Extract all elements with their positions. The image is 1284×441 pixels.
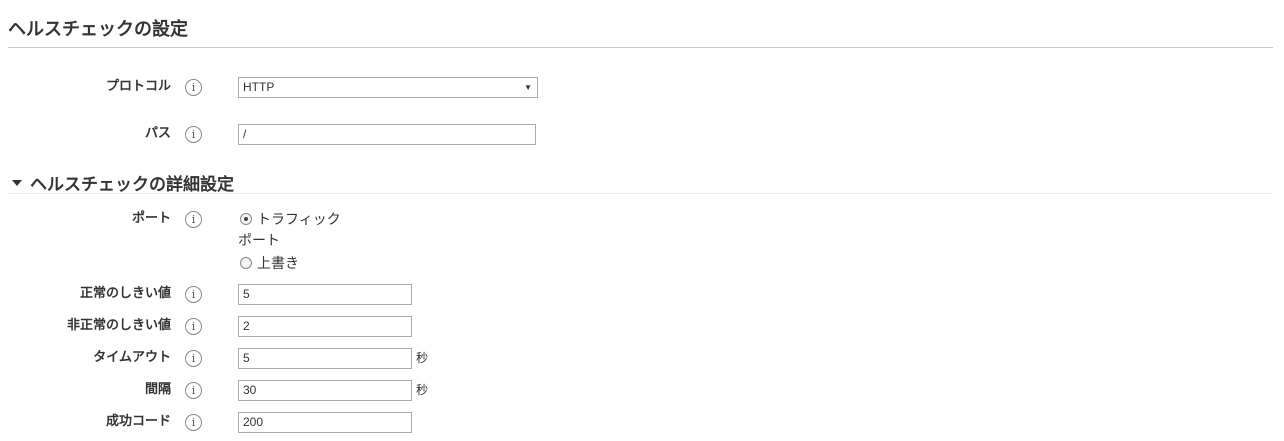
success-codes-row: 成功コード i 200 bbox=[0, 411, 1284, 435]
advanced-settings-title: ヘルスチェックの詳細設定 bbox=[30, 175, 234, 195]
timeout-label: タイムアウト bbox=[93, 350, 171, 365]
interval-unit: 秒 bbox=[416, 383, 429, 397]
protocol-select-value: HTTP bbox=[243, 80, 275, 94]
interval-label: 間隔 bbox=[144, 382, 171, 397]
timeout-unit: 秒 bbox=[416, 351, 429, 365]
title-divider bbox=[8, 47, 1273, 48]
port-radio-group: トラフィック ポート 上書き bbox=[238, 208, 341, 274]
unhealthy-threshold-input[interactable]: 2 bbox=[238, 316, 412, 337]
info-icon[interactable]: i bbox=[185, 414, 202, 431]
info-icon[interactable]: i bbox=[185, 286, 202, 303]
info-icon[interactable]: i bbox=[185, 382, 202, 399]
unhealthy-threshold-label: 非正常のしきい値 bbox=[66, 318, 171, 333]
healthy-threshold-input[interactable]: 5 bbox=[238, 284, 412, 305]
info-icon[interactable]: i bbox=[185, 79, 202, 96]
advanced-divider bbox=[8, 193, 1273, 194]
port-label: ポート bbox=[131, 211, 171, 226]
dropdown-arrow-icon: ▼ bbox=[524, 83, 532, 92]
timeout-input[interactable]: 5 bbox=[238, 348, 412, 369]
success-codes-input[interactable]: 200 bbox=[238, 412, 412, 433]
info-icon[interactable]: i bbox=[185, 318, 202, 335]
protocol-label: プロトコル bbox=[105, 79, 171, 94]
radio-traffic-port[interactable]: トラフィック bbox=[240, 208, 341, 230]
healthy-threshold-row: 正常のしきい値 i 5 bbox=[0, 283, 1284, 307]
port-row: ポート i トラフィック ポート 上書き bbox=[0, 208, 1284, 274]
advanced-settings-toggle[interactable]: ヘルスチェックの詳細設定 bbox=[8, 170, 234, 195]
path-label: パス bbox=[144, 126, 171, 141]
timeout-row: タイムアウト i 5 秒 bbox=[0, 347, 1284, 371]
interval-row: 間隔 i 30 秒 bbox=[0, 379, 1284, 403]
info-icon[interactable]: i bbox=[185, 211, 202, 228]
interval-input[interactable]: 30 bbox=[238, 380, 412, 401]
unhealthy-threshold-row: 非正常のしきい値 i 2 bbox=[0, 315, 1284, 339]
path-input[interactable]: / bbox=[238, 124, 536, 145]
page-title: ヘルスチェックの設定 bbox=[8, 19, 188, 40]
radio-override[interactable]: 上書き bbox=[240, 252, 341, 274]
info-icon[interactable]: i bbox=[185, 126, 202, 143]
path-row: パス i / bbox=[0, 123, 1284, 147]
protocol-row: プロトコル i HTTP ▼ bbox=[0, 76, 1284, 100]
radio-button-checked[interactable] bbox=[240, 213, 252, 225]
success-codes-label: 成功コード bbox=[105, 414, 171, 429]
info-icon[interactable]: i bbox=[185, 350, 202, 367]
protocol-select[interactable]: HTTP ▼ bbox=[238, 77, 538, 98]
caret-down-icon bbox=[12, 179, 22, 186]
radio-traffic-port-label: トラフィック bbox=[257, 212, 341, 228]
radio-traffic-port-label-continued: ポート bbox=[238, 233, 280, 249]
healthy-threshold-label: 正常のしきい値 bbox=[79, 286, 171, 301]
radio-button-unchecked[interactable] bbox=[240, 257, 252, 269]
radio-override-label: 上書き bbox=[257, 256, 299, 272]
